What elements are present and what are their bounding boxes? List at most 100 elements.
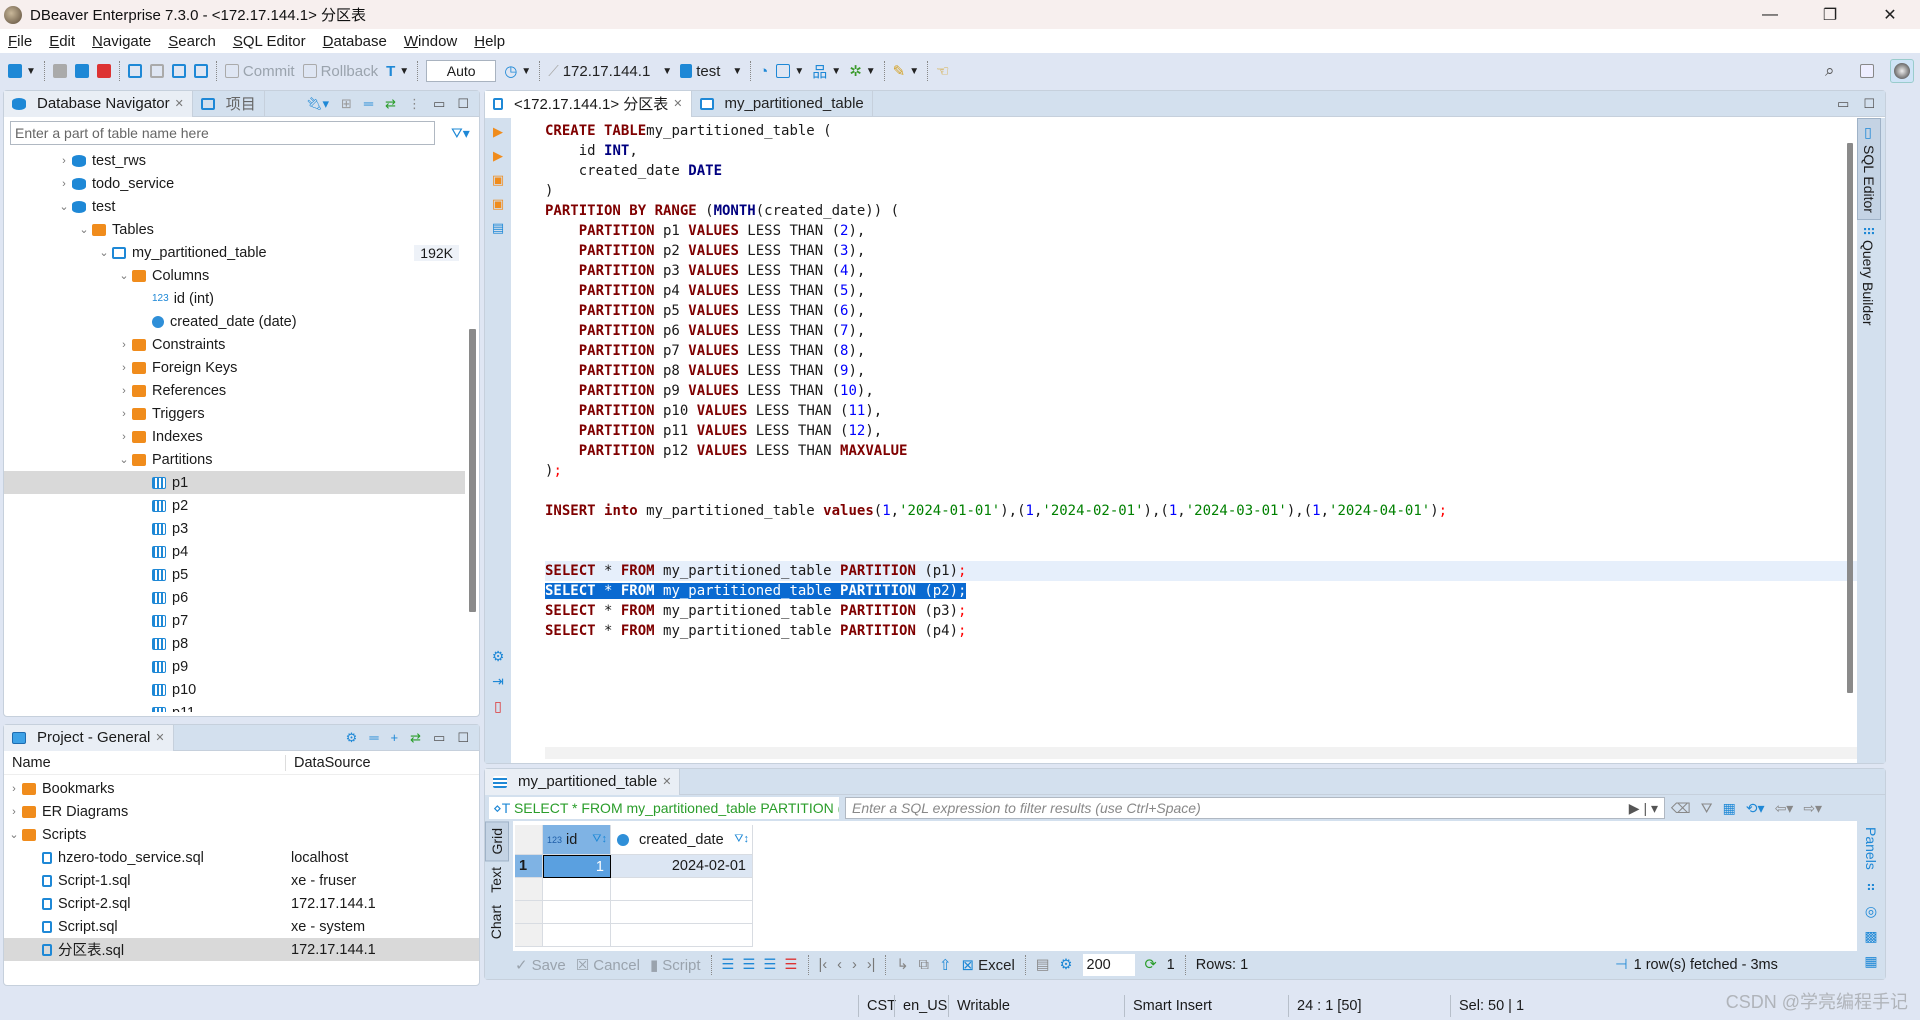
tab-project-general[interactable]: Project - General ✕ [4, 724, 174, 751]
table-row[interactable]: 1 1 2024-02-01 [515, 855, 1855, 878]
column-header-created-date[interactable]: created_date ⛛↕ [611, 825, 753, 855]
checker-icon[interactable]: ▩ [1864, 928, 1877, 945]
disconnect-button[interactable] [96, 64, 111, 78]
panel-toggle-icon[interactable]: ▤ [1036, 957, 1050, 973]
tree-item[interactable]: › Foreign Keys [4, 356, 465, 379]
tree-item[interactable]: Script-2.sql 172.17.144.1 [4, 892, 479, 915]
table-filter-input[interactable]: Enter a part of table name here [10, 121, 435, 145]
expand-toggle-icon[interactable]: ⌄ [116, 269, 132, 282]
last-page-icon[interactable]: ›| [867, 957, 876, 973]
reconnect-button[interactable] [74, 64, 89, 78]
commit-button[interactable]: Commit [224, 63, 295, 80]
copy-row-icon[interactable]: ☰ [764, 957, 777, 973]
new-connection-icon[interactable]: 🔌︎▾ [306, 96, 329, 112]
tab-text[interactable]: Text [485, 861, 507, 899]
sql-code-area[interactable]: CREATE TABLEmy_partitioned_table ( id IN… [545, 121, 1447, 641]
link-editor-icon[interactable]: ⇄ [410, 730, 421, 746]
save-button[interactable]: ✓ Save [515, 956, 566, 975]
filter-history-icon[interactable]: ⛛ [1701, 800, 1713, 817]
restore-button[interactable]: ❐ [1800, 0, 1860, 29]
expand-toggle-icon[interactable]: ⌄ [6, 828, 22, 841]
refresh-mode-icon[interactable]: ⟲▾ [1746, 800, 1765, 817]
tab-database-navigator[interactable]: Database Navigator ✕ [4, 90, 193, 117]
tab-panels[interactable]: Panels [1863, 827, 1879, 870]
tree-item[interactable]: created_date (date) [4, 310, 465, 333]
tree-item[interactable]: ⌄ my_partitioned_table 192K [4, 241, 465, 264]
nav-back-icon[interactable]: ⇦▾ [1775, 800, 1794, 817]
connect-button[interactable] [52, 64, 67, 78]
pivot-icon[interactable]: ▦ [1864, 953, 1877, 970]
minimize-panel-icon[interactable]: ▭ [433, 96, 445, 112]
view-menu-icon[interactable]: ⋮ [408, 96, 421, 112]
minimize-panel-icon[interactable]: ▭ [1837, 96, 1849, 112]
add-row-icon[interactable]: ☰ [743, 957, 756, 973]
close-tab-icon[interactable]: ✕ [662, 775, 671, 788]
rollback-button[interactable]: Rollback [302, 63, 378, 80]
column-header-id[interactable]: 123 id ⛛↕ [543, 825, 611, 855]
minimize-button[interactable]: — [1740, 0, 1800, 29]
new-connection-button[interactable]: ▼ [8, 64, 36, 78]
navigate-link-icon[interactable]: ↳ [896, 957, 908, 973]
tree-item[interactable]: › Constraints [4, 333, 465, 356]
menu-file[interactable]: File [8, 33, 32, 50]
dashboard-button[interactable]: ◔ [759, 63, 768, 80]
find-script-button[interactable] [193, 64, 208, 78]
view-value-icon[interactable]: ⧉ [919, 957, 929, 973]
menu-edit[interactable]: Edit [49, 33, 75, 50]
expand-toggle-icon[interactable]: ⌄ [56, 200, 72, 213]
filter-icon[interactable]: ⛛▾ [451, 125, 470, 142]
tree-item[interactable]: p6 [4, 586, 465, 609]
execute-new-tab-icon[interactable]: ▶ [493, 148, 503, 164]
tree-item[interactable]: p5 [4, 563, 465, 586]
tree-item[interactable]: ⌄ Columns [4, 264, 465, 287]
transaction-log-button[interactable]: ◷ ▼ [504, 62, 531, 80]
tree-item[interactable]: › Bookmarks [4, 777, 479, 800]
tree-item[interactable]: p9 [4, 655, 465, 678]
tab-results[interactable]: my_partitioned_table ✕ [485, 768, 681, 795]
tree-item[interactable]: p2 [4, 494, 465, 517]
execute-statement-icon[interactable]: ▶ [493, 124, 503, 140]
menu-search[interactable]: Search [168, 33, 216, 50]
tree-item[interactable]: › Triggers [4, 402, 465, 425]
maximize-panel-icon[interactable]: ☐ [457, 96, 469, 112]
sort-filter-icon[interactable]: ⛛↕ [734, 833, 752, 846]
tree-item[interactable]: › todo_service [4, 172, 465, 195]
tree-item[interactable]: p11 [4, 701, 465, 712]
tree-item[interactable]: Script.sql xe - system [4, 915, 479, 938]
tab-projects[interactable]: 项目 [193, 90, 265, 117]
delete-row-icon[interactable]: ☰ [785, 957, 798, 973]
tab-sql-editor-side[interactable]: ▯ SQL Editor [1857, 118, 1881, 220]
menu-navigate[interactable]: Navigate [92, 33, 151, 50]
close-tab-icon[interactable]: ✕ [175, 97, 184, 110]
column-datasource[interactable]: DataSource [286, 755, 371, 771]
tree-item[interactable]: › test_rws [4, 149, 465, 172]
results-filter-input[interactable]: Enter a SQL expression to filter results… [845, 797, 1665, 819]
search-button[interactable]: ⌕ [1825, 61, 1835, 81]
expand-toggle-icon[interactable]: › [116, 408, 132, 420]
expand-toggle-icon[interactable]: › [56, 155, 72, 167]
open-perspective-button[interactable] [1860, 64, 1874, 78]
close-tab-icon[interactable]: ✕ [673, 97, 682, 110]
execute-script-icon[interactable]: ▣ [492, 172, 504, 188]
expand-toggle-icon[interactable]: › [116, 431, 132, 443]
nav-forward-icon[interactable]: ⇨▾ [1803, 800, 1822, 817]
tab-sql-script[interactable]: <172.17.144.1> 分区表 ✕ [485, 90, 692, 117]
edit-row-icon[interactable]: ☰ [722, 957, 735, 973]
link-editor-icon[interactable]: ⇄ [385, 96, 396, 112]
collapse-all-icon[interactable]: ═ [364, 96, 373, 112]
first-page-icon[interactable]: |‹ [819, 957, 828, 973]
settings-icon[interactable]: ⚙ [492, 648, 505, 665]
refresh-icon[interactable]: ⟳ [1145, 957, 1157, 973]
expand-toggle-icon[interactable]: › [6, 783, 22, 795]
tree-item[interactable]: hzero-todo_service.sql localhost [4, 846, 479, 869]
explain-plan-icon[interactable]: ▤ [492, 220, 504, 236]
menu-database[interactable]: Database [323, 33, 387, 50]
tree-item[interactable]: ⌄ Scripts [4, 823, 479, 846]
dbeaver-perspective-button[interactable] [1890, 59, 1914, 83]
tab-chart[interactable]: Chart [485, 899, 507, 945]
debug-button[interactable]: ✲ ▼ [849, 62, 875, 80]
tree-item[interactable]: 分区表.sql 172.17.144.1 [4, 938, 479, 961]
column-name[interactable]: Name [4, 754, 286, 771]
expand-toggle-icon[interactable]: ⌄ [76, 223, 92, 236]
maximize-panel-icon[interactable]: ☐ [457, 730, 469, 746]
